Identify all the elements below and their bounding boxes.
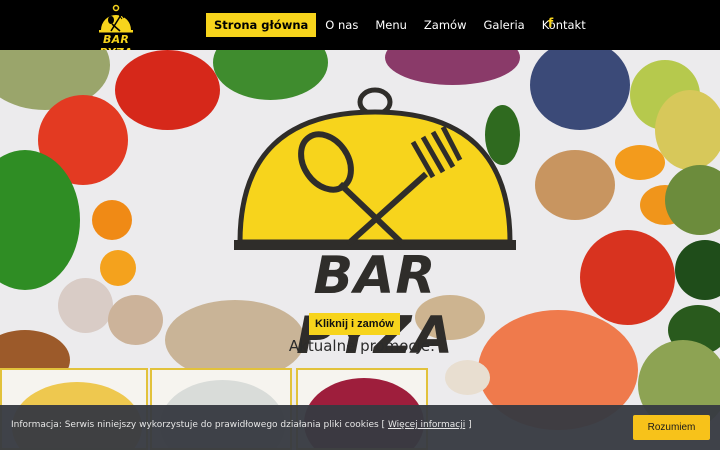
- site-logo[interactable]: BAR PYZA: [88, 4, 144, 59]
- main-nav: Strona główna O nas Menu Zamów Galeria K…: [206, 13, 603, 37]
- promo-heading: Aktualne promocje:: [288, 337, 436, 355]
- nav-item-order[interactable]: Zamów: [424, 13, 467, 37]
- hero-section: BAR PYZA Kliknij i zamów Aktualne promoc…: [0, 50, 720, 450]
- cookie-banner: Informacja: Serwis niniejszy wykorzystuj…: [0, 405, 720, 450]
- cookie-more-info-link[interactable]: Więcej informacji: [388, 420, 465, 430]
- nav-item-about[interactable]: O nas: [325, 13, 358, 37]
- cookie-text-prefix: Informacja: Serwis niniejszy wykorzystuj…: [11, 420, 386, 430]
- order-cta-button[interactable]: Kliknij i zamów: [309, 313, 400, 335]
- cookie-text-suffix: ]: [468, 420, 472, 430]
- nav-item-menu[interactable]: Menu: [375, 13, 407, 37]
- cookie-message: Informacja: Serwis niniejszy wykorzystuj…: [11, 420, 472, 430]
- facebook-icon[interactable]: f: [548, 16, 553, 30]
- nav-item-home[interactable]: Strona główna: [206, 13, 317, 37]
- cloche-logo-icon: [99, 4, 133, 33]
- site-header: BAR PYZA Strona główna O nas Menu Zamów …: [0, 0, 720, 59]
- cookie-accept-button[interactable]: Rozumiem: [633, 415, 710, 440]
- nav-item-gallery[interactable]: Galeria: [483, 13, 524, 37]
